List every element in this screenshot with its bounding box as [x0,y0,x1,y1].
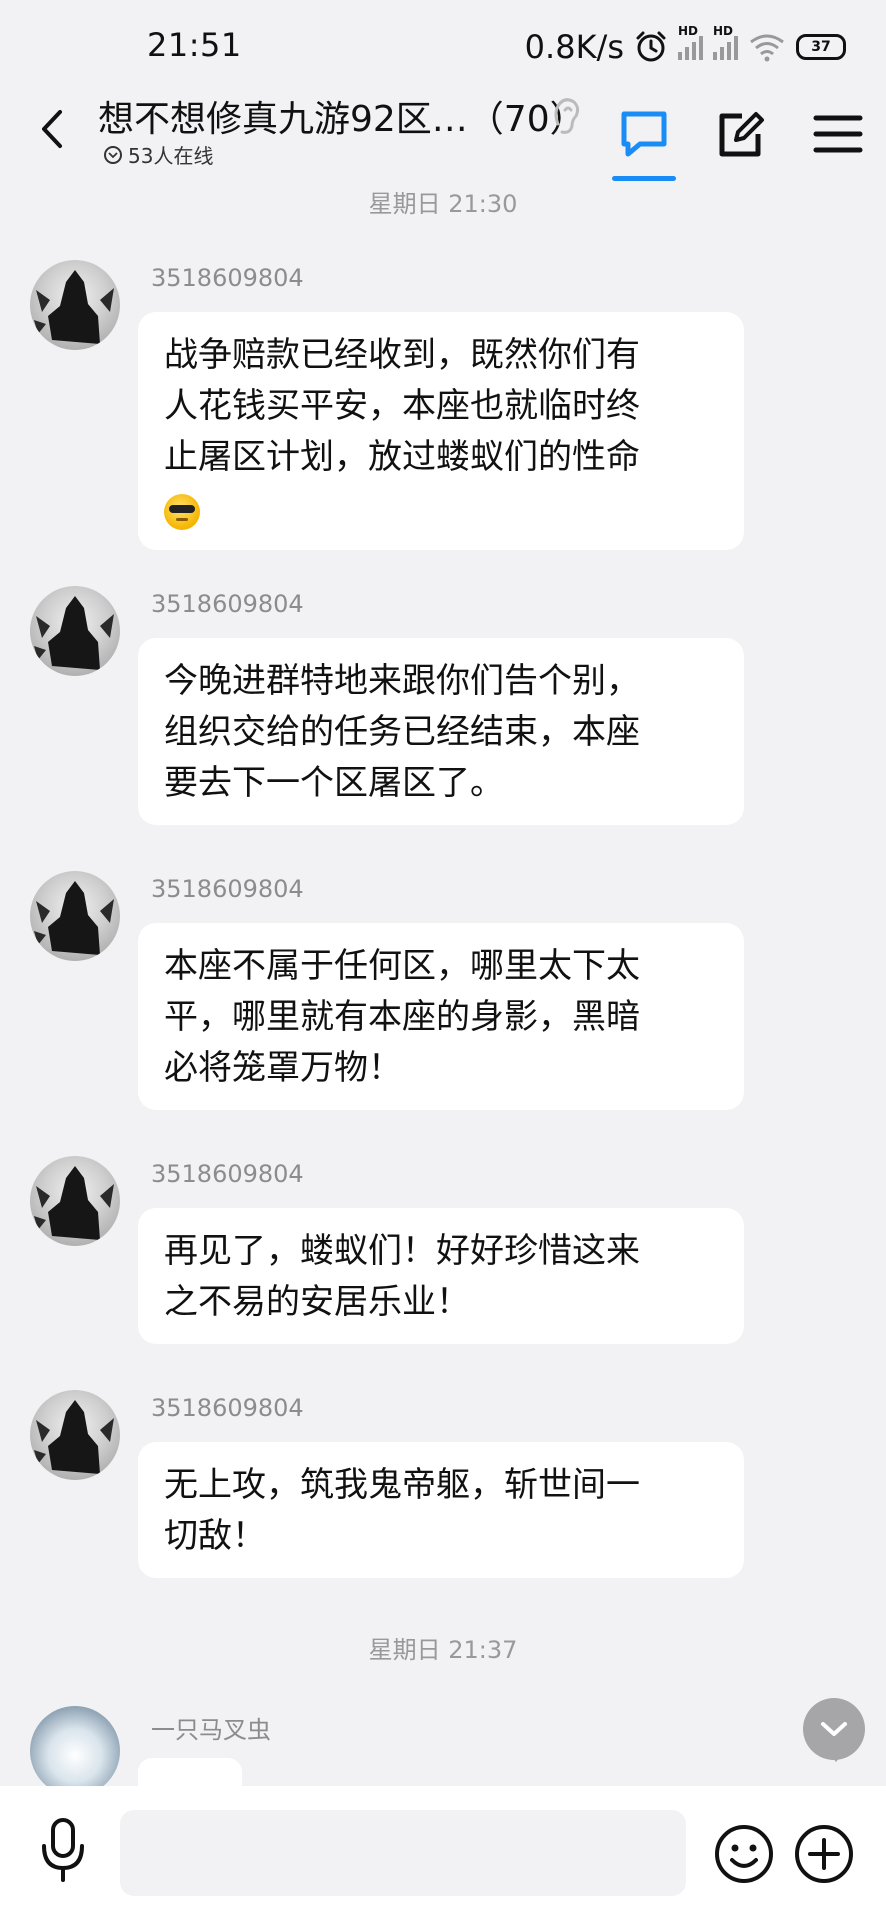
signal-icon-1: HD [678,24,703,60]
group-title[interactable]: 想不想修真九游92区…（70） [98,90,586,142]
message-line: 止屠区计划，放过蝼蚁们的性命 [164,437,640,477]
message-line: 必将笼罩万物！ [164,1048,402,1088]
sender-name[interactable]: 3518609804 [151,1394,304,1422]
status-indicators: 0.8K/s HD HD 37 [524,24,846,66]
time-divider: 星期日 21:37 [368,1636,518,1664]
back-arrow-icon[interactable] [32,104,72,154]
message-input[interactable] [120,1810,686,1896]
avatar[interactable] [30,260,120,350]
online-count: 53人在线 [128,144,214,168]
sender-name[interactable]: 3518609804 [151,590,304,618]
avatar[interactable] [30,1390,120,1480]
sender-name[interactable]: 3518609804 [151,875,304,903]
signal-hd-label-1: HD [678,24,699,38]
message-line: 今晚进群特地来跟你们告个别， [164,661,640,701]
status-bar: 21:51 0.8K/s HD HD 37 [0,0,886,96]
microphone-icon[interactable] [36,1816,90,1886]
message-bubble[interactable]: 今晚进群特地来跟你们告个别， 组织交给的任务已经结束，本座 要去下一个区屠区了。 [138,638,744,825]
signal-icon-2: HD [713,24,738,60]
message-line: 平，哪里就有本座的身影，黑暗 [164,997,640,1037]
plus-icon[interactable] [792,1822,856,1886]
avatar[interactable] [30,871,120,961]
alarm-icon [636,31,666,62]
message-bubble[interactable]: 战争赔款已经收到，既然你们有 人花钱买平安，本座也就临时终 止屠区计划，放过蝼蚁… [138,312,744,550]
message-line: 再见了，蝼蚁们！好好珍惜这来 [164,1231,640,1271]
net-speed: 0.8K/s [524,28,624,66]
message-line: 无上攻，筑我鬼帝躯，斩世间一 [164,1465,640,1505]
sender-name[interactable]: 一只马叉虫 [151,1710,271,1745]
time-divider: 星期日 21:30 [368,190,518,218]
chat-header: 想不想修真九游92区…（70） 53人在线 [0,88,886,188]
avatar[interactable] [30,1706,120,1796]
online-status[interactable]: 53人在线 [104,140,213,169]
message-line: 切敌！ [164,1516,266,1556]
chevron-down-icon [821,1722,847,1736]
edit-icon[interactable] [710,104,770,164]
scroll-down-button[interactable] [803,1698,865,1760]
message-line: 之不易的安居乐业！ [164,1282,470,1322]
message-line: 组织交给的任务已经结束，本座 [164,712,640,752]
signal-hd-label-2: HD [713,24,734,38]
ear-icon [554,98,580,134]
message-bubble[interactable]: 本座不属于任何区，哪里太下太 平，哪里就有本座的身影，黑暗 必将笼罩万物！ [138,923,744,1110]
input-bar [0,1786,886,1920]
avatar[interactable] [30,1156,120,1246]
chat-tab-indicator [612,176,676,181]
message-bubble[interactable]: 再见了，蝼蚁们！好好珍惜这来 之不易的安居乐业！ [138,1208,744,1344]
scroll-down-tail [828,1752,844,1762]
message-line: 本座不属于任何区，哪里太下太 [164,946,640,986]
wifi-icon [750,34,784,62]
sender-name[interactable]: 3518609804 [151,1160,304,1188]
battery-icon: 37 [796,34,846,60]
chat-screen: 21:51 0.8K/s HD HD 37 想不想修真九游92区…（70） 53… [0,0,886,1920]
avatar[interactable] [30,586,120,676]
cool-sunglasses-emoji-icon [164,493,200,530]
message-bubble[interactable]: 无上攻，筑我鬼帝躯，斩世间一 切敌！ [138,1442,744,1578]
status-time: 21:51 [147,26,242,64]
chat-icon[interactable] [614,104,674,164]
smiley-icon[interactable] [712,1822,776,1886]
menu-icon[interactable] [808,104,868,164]
message-line: 战争赔款已经收到，既然你们有 [164,335,640,375]
battery-level: 37 [811,39,831,55]
chevron-circle-icon [104,145,122,164]
message-line: 人花钱买平安，本座也就临时终 [164,386,640,426]
sender-name[interactable]: 3518609804 [151,264,304,292]
message-line: 要去下一个区屠区了。 [164,763,504,803]
